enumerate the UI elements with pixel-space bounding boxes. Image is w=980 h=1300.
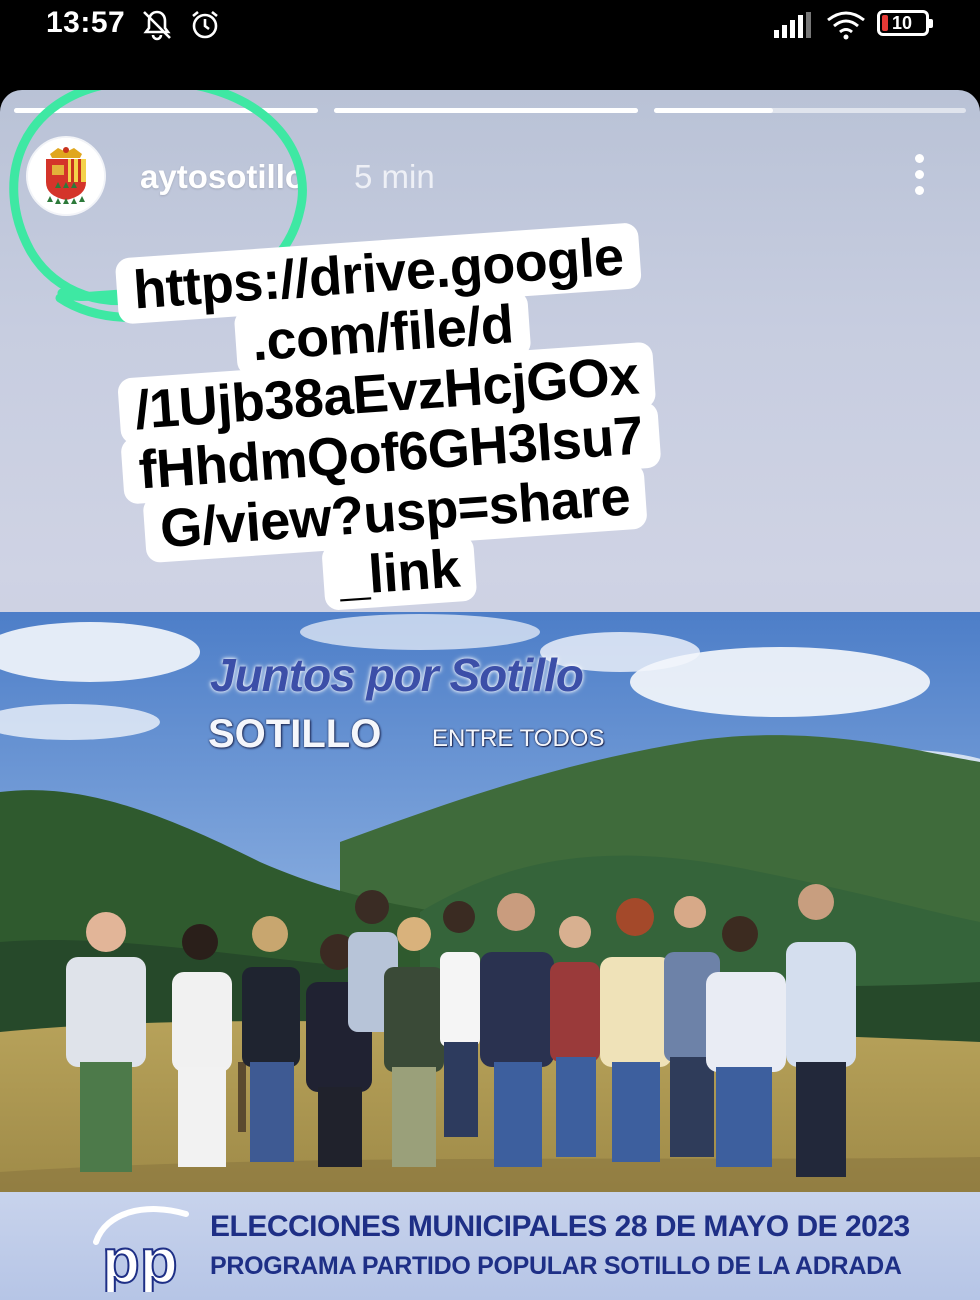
coat-of-arms-icon [28, 138, 104, 214]
battery-level: 10 [892, 13, 913, 33]
poster-slogan-main: SOTILLO [208, 712, 382, 756]
pp-logo: pp [93, 1206, 189, 1292]
story-viewer[interactable]: aytosotillo 5 min https://drive.google .… [0, 90, 980, 1300]
wifi-icon [827, 11, 865, 40]
alarm-icon [192, 10, 218, 39]
status-bar: 13:57 10 [0, 0, 980, 90]
pp-logo-text: pp [102, 1227, 178, 1292]
story-time-ago: 5 min [354, 158, 435, 195]
signal-icon [774, 12, 811, 38]
status-time: 13:57 [46, 6, 126, 39]
poster-footer-line1: ELECCIONES MUNICIPALES 28 DE MAYO DE 202… [210, 1210, 910, 1243]
campaign-poster: Juntos por Sotillo SOTILLO ENTRE TODOS p… [0, 612, 980, 1300]
link-line: _link [320, 534, 478, 611]
mute-icon [143, 10, 171, 41]
more-options-button[interactable] [902, 150, 938, 200]
link-sticker[interactable]: https://drive.google .com/file/d /1Ujb38… [77, 220, 701, 621]
story-progress-segment-3 [654, 108, 966, 113]
poster-footer: pp ELECCIONES MUNICIPALES 28 DE MAYO DE … [0, 1192, 980, 1300]
story-username[interactable]: aytosotillo [140, 158, 305, 196]
story-progress-segment-2 [334, 108, 638, 113]
profile-avatar[interactable] [28, 138, 104, 214]
poster-slogan-sub: ENTRE TODOS [432, 725, 605, 752]
poster-headline: Juntos por Sotillo [210, 649, 584, 701]
story-progress-segment-1 [14, 108, 318, 113]
poster-footer-line2: PROGRAMA PARTIDO POPULAR SOTILLO DE LA A… [210, 1252, 902, 1280]
battery-icon: 10 [877, 10, 933, 36]
